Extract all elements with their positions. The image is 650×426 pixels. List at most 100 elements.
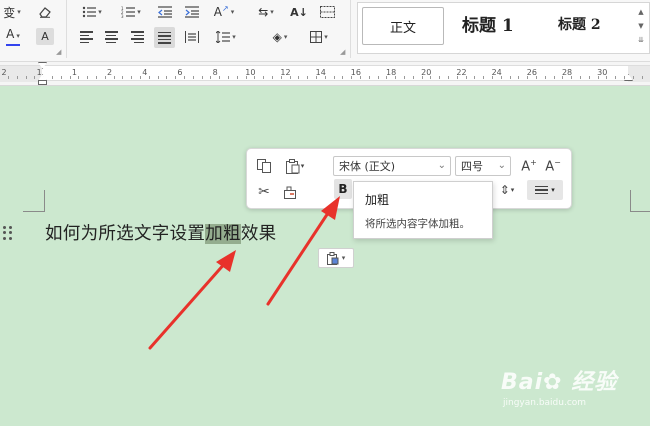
sort-button[interactable]: A↓ <box>289 4 309 20</box>
ruler-minor-tick <box>527 76 529 79</box>
border-grid-icon <box>310 31 323 43</box>
bullets-button[interactable]: ▾ <box>78 4 106 20</box>
justify-button[interactable] <box>154 27 175 48</box>
change-case-icon: A <box>213 5 222 19</box>
ruler-minor-tick <box>52 76 53 79</box>
format-painter-button[interactable] <box>280 182 298 202</box>
chevron-down-icon: ⌄ <box>437 160 446 171</box>
ruler-minor-tick <box>439 76 441 79</box>
ruler-minor-tick <box>632 76 634 79</box>
borders-button[interactable]: ▾ <box>305 29 333 45</box>
paragraph-dialog-launcher-icon[interactable]: ◢ <box>340 48 345 56</box>
tooltip-description: 将所选内容字体加粗。 <box>365 218 470 230</box>
selected-text[interactable]: 加粗 <box>205 224 241 244</box>
character-shading-button[interactable]: A <box>36 28 54 45</box>
ruler-minor-tick <box>34 76 36 79</box>
chevron-down-icon: ▾ <box>283 33 288 41</box>
ribbon-toolbar: 变 ▾ A ▾ A ◢ ▾ 1 2 3 ▾ A ↗ ▾ ⇆ ▾ A↓ ▾ ◈ ▾… <box>0 0 650 62</box>
document-paragraph[interactable]: 如何为所选文字设置加粗效果 <box>45 220 276 248</box>
align-left-button[interactable] <box>78 29 94 45</box>
ribbon-divider <box>350 0 351 58</box>
shrink-font-icon: A− <box>545 157 561 175</box>
ruler-minor-tick <box>500 76 502 79</box>
cut-button[interactable]: ✂ <box>255 182 273 202</box>
scroll-up-icon[interactable]: ▲ <box>635 5 647 19</box>
clear-format-button[interactable] <box>34 4 56 20</box>
scissors-icon: ✂ <box>258 184 270 200</box>
left-indent-marker[interactable] <box>38 80 47 85</box>
increase-indent-button[interactable] <box>183 4 201 20</box>
font-dialog-launcher-icon[interactable]: ◢ <box>56 48 61 56</box>
sort-icon: A↓ <box>290 5 308 19</box>
text-direction-button[interactable]: ⇆ ▾ <box>253 4 279 20</box>
ruler-minor-tick <box>324 76 326 79</box>
ruler-minor-tick <box>131 76 133 79</box>
line-spacing-button[interactable]: ▾ <box>212 29 240 45</box>
ruler-minor-tick <box>113 76 115 79</box>
ruler-minor-tick <box>184 76 185 79</box>
style-normal[interactable]: 正文 <box>362 7 444 45</box>
line-spacing-mini-button[interactable]: ⇕ ▾ <box>493 180 521 200</box>
chevron-down-icon: ▾ <box>270 8 274 16</box>
decrease-indent-button[interactable] <box>156 4 174 20</box>
ruler-minor-tick <box>104 76 106 79</box>
alignment-mini-button[interactable]: ▾ <box>527 180 563 200</box>
align-right-button[interactable] <box>129 29 145 45</box>
styles-gallery: 正文 标题 1 标题 2 ▲ ▼ ⇊ <box>357 2 650 54</box>
ruler-minor-tick <box>342 76 344 79</box>
ruler-track[interactable]: 2 1 1 2 4 6 8 10 12 14 16 18 20 22 24 26 28 30 <box>0 65 650 82</box>
show-marks-button[interactable] <box>317 4 337 20</box>
align-right-icon <box>130 31 144 43</box>
chevron-down-icon: ▾ <box>230 8 235 16</box>
ruler-minor-tick <box>166 76 168 79</box>
paste-options-button[interactable]: ▾ <box>318 248 354 268</box>
shrink-font-button[interactable]: A− <box>544 156 562 176</box>
ribbon-divider <box>66 0 67 58</box>
align-center-button[interactable] <box>103 29 119 45</box>
ruler-minor-tick <box>333 76 335 79</box>
ruler-minor-tick <box>624 76 625 79</box>
ruler-tick-label: 1 <box>36 68 42 77</box>
ruler-minor-tick <box>254 76 256 79</box>
ruler-minor-tick <box>307 76 309 79</box>
style-heading-2[interactable]: 标题 2 <box>558 14 601 34</box>
ruler-minor-tick <box>192 76 194 79</box>
copy-icon <box>257 159 271 173</box>
font-size-value: 四号 <box>461 160 483 173</box>
phonetic-guide-icon: 变 <box>3 5 16 20</box>
styles-scroll[interactable]: ▲ ▼ ⇊ <box>635 5 647 47</box>
eraser-icon <box>39 7 51 18</box>
phonetic-guide-button[interactable]: 变 ▾ <box>0 4 24 20</box>
ruler-minor-tick <box>236 76 238 79</box>
distributed-align-icon <box>185 31 199 43</box>
expand-icon[interactable]: ⇊ <box>635 33 647 47</box>
ruler-minor-tick <box>228 76 229 79</box>
paragraph-drag-handle[interactable] <box>3 226 13 240</box>
grow-font-button[interactable]: A+ <box>520 156 538 176</box>
ruler-minor-tick <box>553 76 555 79</box>
change-case-button[interactable]: A ↗ ▾ <box>210 4 238 20</box>
font-color-bar <box>6 44 20 46</box>
paragraph-text-end: 效果 <box>240 224 277 244</box>
distributed-align-button[interactable] <box>183 29 201 45</box>
ruler-minor-tick <box>25 76 27 79</box>
ruler-minor-tick <box>615 76 617 79</box>
font-color-icon: A ▾ <box>6 27 20 41</box>
justify-icon <box>158 31 171 44</box>
ruler-tick-label: 2 <box>1 68 7 77</box>
scroll-down-icon[interactable]: ▼ <box>635 19 647 33</box>
font-size-select[interactable]: 四号 ⌄ <box>455 156 511 176</box>
watermark: Bai✿ 经验 jingyan.baidu.com <box>495 360 645 420</box>
paste-button[interactable]: ▾ <box>279 156 311 176</box>
numbering-button[interactable]: 1 2 3 ▾ <box>117 4 145 20</box>
ruler-minor-tick <box>96 76 97 79</box>
font-color-button[interactable]: A ▾ <box>0 28 26 46</box>
bold-button[interactable]: B <box>334 179 352 199</box>
font-name-select[interactable]: 宋体 (正文) ⌄ <box>333 156 451 176</box>
shading-button[interactable]: ◈ ▾ <box>265 29 295 45</box>
copy-button[interactable] <box>255 156 273 176</box>
ruler-minor-tick <box>456 76 458 79</box>
style-heading-1[interactable]: 标题 1 <box>462 11 514 36</box>
watermark-url: jingyan.baidu.com <box>503 398 587 408</box>
bullet-list-icon <box>83 6 97 18</box>
